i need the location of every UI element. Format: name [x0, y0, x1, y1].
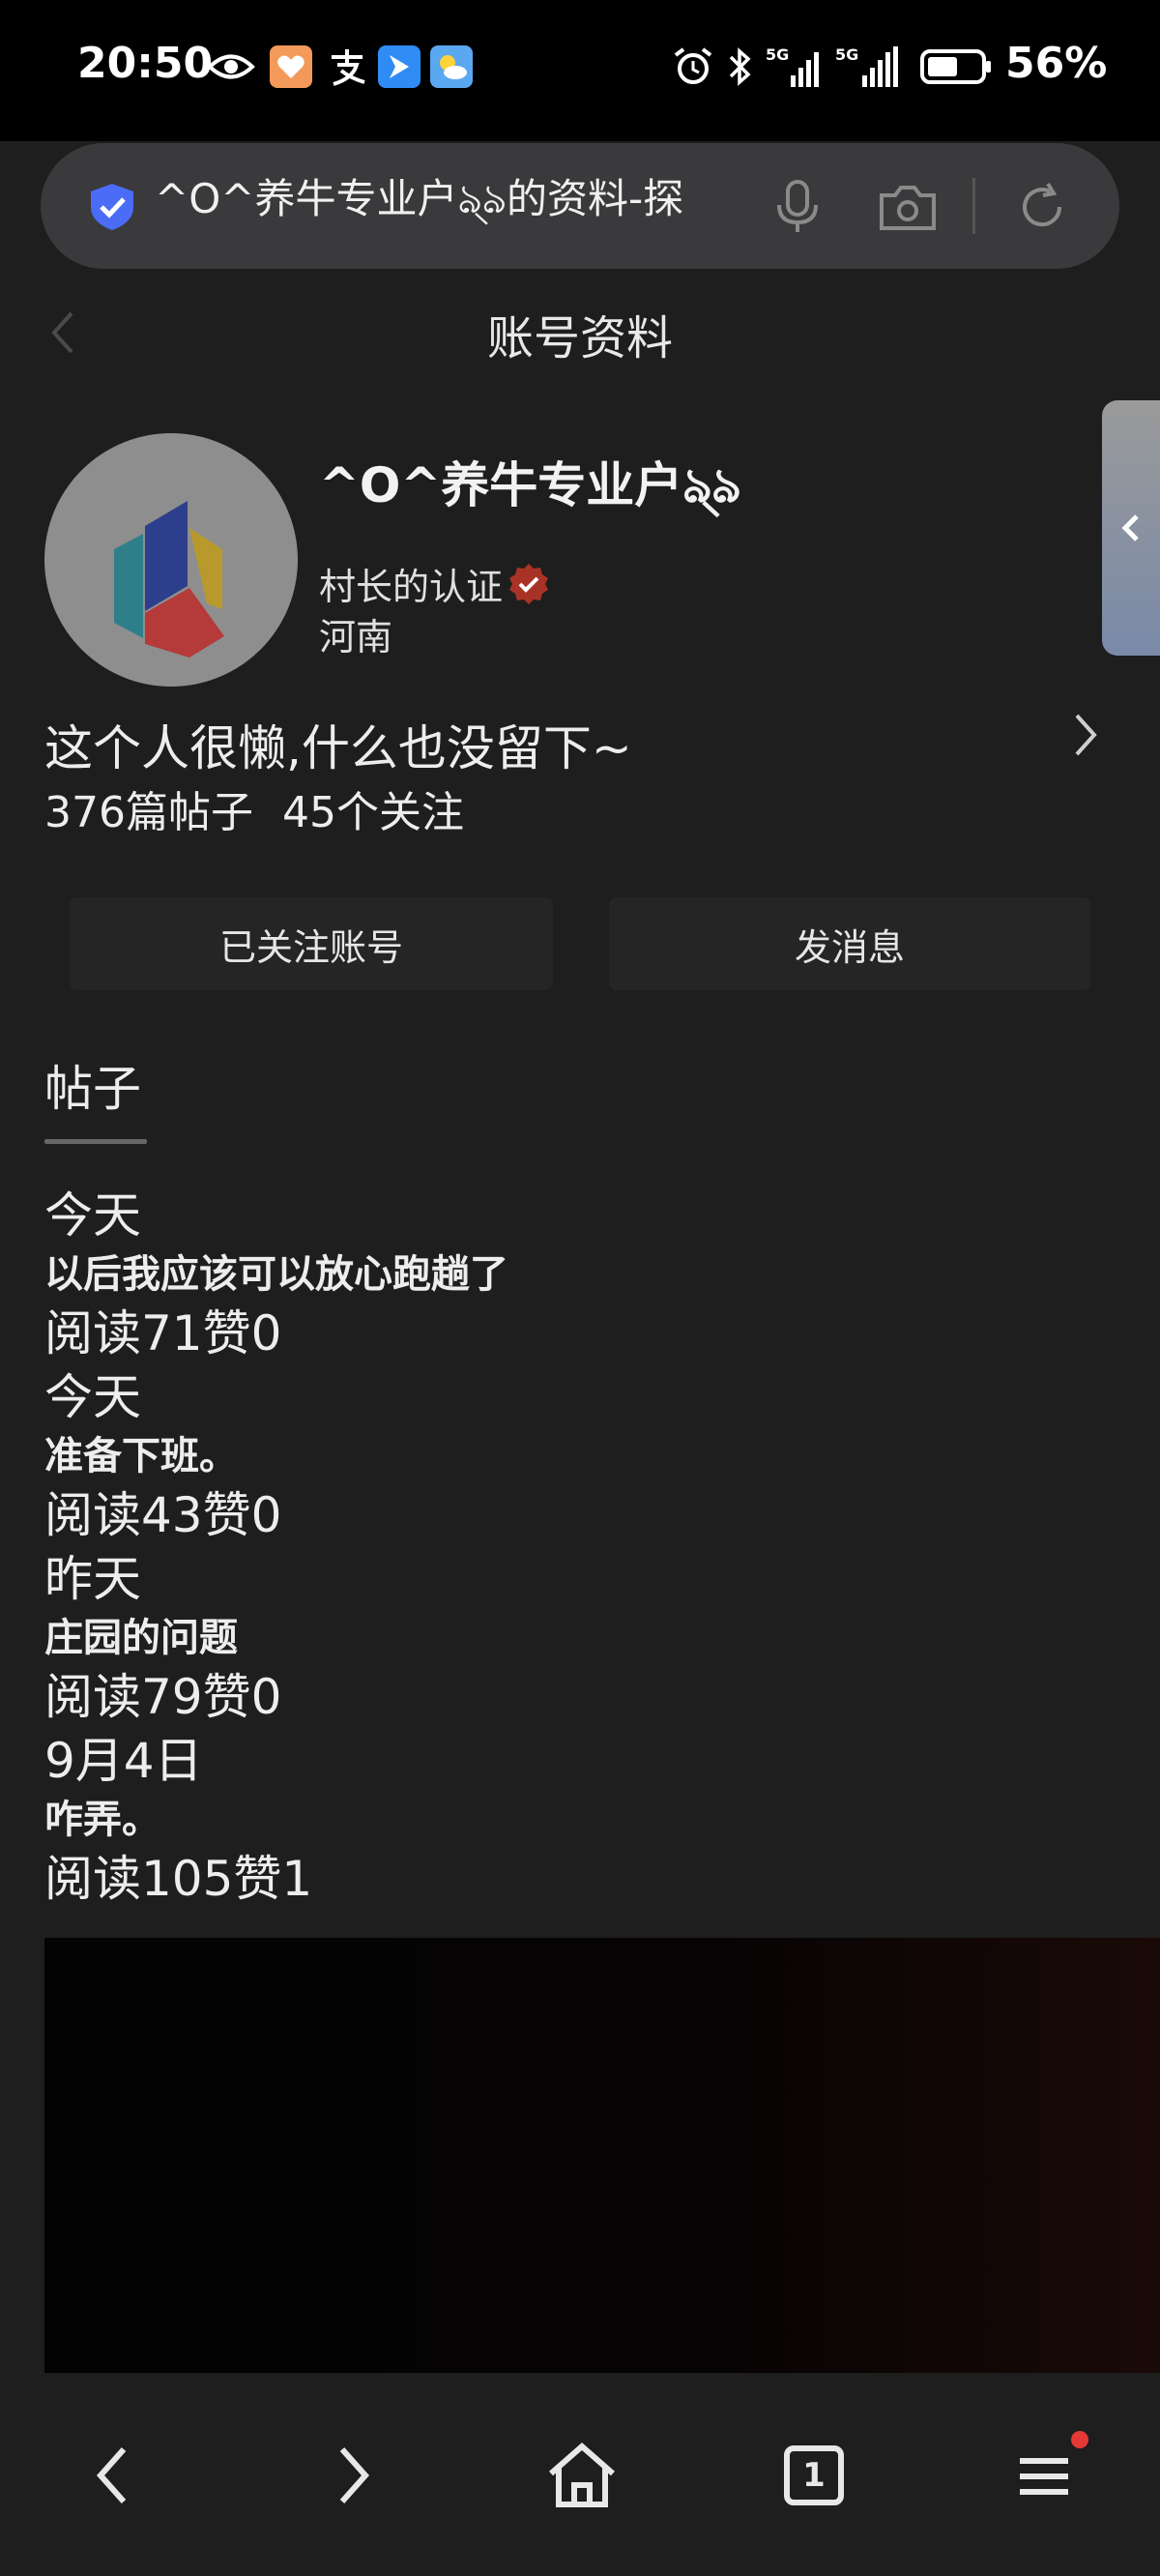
bluetooth-icon — [725, 44, 756, 89]
post-stats: 阅读105赞1 — [44, 1851, 313, 1907]
region: 河南 — [319, 616, 393, 659]
eye-icon — [205, 44, 257, 89]
list-item[interactable]: 今天 准备下班。 阅读43赞0 — [44, 1365, 1108, 1547]
shield-icon — [85, 180, 139, 234]
verification-label: 村长的认证 — [319, 566, 504, 608]
tab-posts[interactable]: 帖子 — [44, 1050, 141, 1120]
username: ^O^养牛专业户ঌ্ঌ — [319, 457, 741, 513]
post-date: 今天 — [44, 1369, 141, 1425]
address-bar-divider — [972, 178, 975, 234]
tab-count: 1 — [784, 2445, 844, 2505]
page-title: 账号资料 — [486, 311, 673, 366]
status-time: 20:50 — [77, 39, 214, 88]
post-date: 昨天 — [44, 1551, 141, 1607]
list-item[interactable]: 9月4日 咋弄。 阅读105赞1 — [44, 1729, 1108, 1911]
side-panel-handle[interactable] — [1102, 400, 1160, 656]
follow-button[interactable]: 已关注账号 — [70, 897, 553, 990]
post-media[interactable] — [44, 1938, 1160, 2373]
messenger-icon — [377, 44, 421, 89]
weather-icon — [429, 44, 474, 89]
list-item[interactable]: 今天 以后我应该可以放心跑趟了 阅读71赞0 — [44, 1184, 1108, 1365]
verification-row: 村长的认证 — [319, 557, 551, 610]
address-text[interactable]: ^O^养牛专业户ঌ্ঌ的资料-探 — [155, 166, 735, 236]
notification-dot — [1071, 2431, 1088, 2448]
post-title[interactable]: 以后我应该可以放心跑趟了 — [44, 1247, 1108, 1302]
verified-badge-icon — [507, 562, 551, 606]
svg-text:5G: 5G — [835, 45, 858, 64]
camera-icon[interactable] — [878, 182, 938, 232]
post-stats: 阅读71赞0 — [44, 1305, 282, 1361]
health-app-icon — [269, 44, 313, 89]
tab-posts-underline — [44, 1139, 147, 1144]
profile-stats: 376篇帖子 45个关注 — [44, 777, 493, 839]
chevron-right-icon[interactable] — [1067, 708, 1102, 762]
post-stats: 阅读43赞0 — [44, 1487, 282, 1543]
nav-forward-icon[interactable] — [305, 2429, 398, 2522]
post-stats: 阅读79赞0 — [44, 1669, 282, 1725]
refresh-icon[interactable] — [1015, 180, 1069, 234]
post-title[interactable]: 准备下班。 — [44, 1429, 1108, 1483]
post-title[interactable]: 庄园的问题 — [44, 1611, 1108, 1665]
battery-percent: 56% — [1005, 39, 1108, 88]
signal-icon: 5G — [835, 44, 905, 89]
svg-text:5G: 5G — [766, 45, 789, 64]
battery-icon — [920, 44, 994, 89]
post-date: 今天 — [44, 1187, 141, 1244]
post-title[interactable]: 咋弄。 — [44, 1793, 1108, 1847]
avatar[interactable] — [44, 433, 298, 687]
home-icon[interactable] — [536, 2429, 628, 2522]
bio[interactable]: 这个人很懒,什么也没留下~ — [44, 710, 632, 779]
nav-back-icon[interactable] — [68, 2429, 160, 2522]
message-button[interactable]: 发消息 — [609, 897, 1090, 990]
alarm-icon — [671, 44, 715, 89]
list-item[interactable]: 昨天 庄园的问题 阅读79赞0 — [44, 1547, 1108, 1729]
signal-icon: 5G — [766, 44, 827, 89]
tabs-icon[interactable]: 1 — [768, 2429, 860, 2522]
post-list: 今天 以后我应该可以放心跑趟了 阅读71赞0 今天 准备下班。 阅读43赞0 昨… — [44, 1184, 1108, 1911]
post-date: 9月4日 — [44, 1733, 203, 1789]
posts-count[interactable]: 376篇帖子 — [44, 788, 253, 837]
microphone-icon[interactable] — [773, 178, 822, 236]
following-count[interactable]: 45个关注 — [282, 788, 464, 837]
alipay-icon — [325, 44, 369, 89]
